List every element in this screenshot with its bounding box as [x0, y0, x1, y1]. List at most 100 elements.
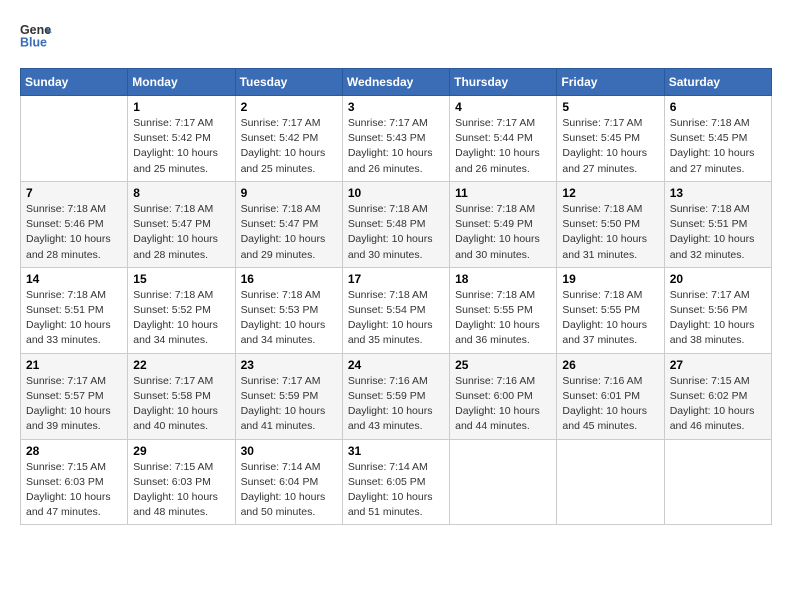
day-number: 16 — [241, 272, 337, 286]
day-number: 22 — [133, 358, 229, 372]
day-number: 7 — [26, 186, 122, 200]
calendar-cell: 25 Sunrise: 7:16 AM Sunset: 6:00 PM Dayli… — [450, 353, 557, 439]
day-number: 27 — [670, 358, 766, 372]
day-number: 28 — [26, 444, 122, 458]
day-number: 10 — [348, 186, 444, 200]
day-info: Sunrise: 7:15 AM Sunset: 6:02 PM Dayligh… — [670, 374, 766, 435]
weekday-header: Saturday — [664, 69, 771, 96]
day-number: 1 — [133, 100, 229, 114]
day-info: Sunrise: 7:17 AM Sunset: 5:44 PM Dayligh… — [455, 116, 551, 177]
day-info: Sunrise: 7:18 AM Sunset: 5:54 PM Dayligh… — [348, 288, 444, 349]
day-number: 17 — [348, 272, 444, 286]
calendar-week-row: 14Sunrise: 7:18 AM Sunset: 5:51 PM Dayli… — [21, 267, 772, 353]
day-number: 25 — [455, 358, 551, 372]
day-number: 4 — [455, 100, 551, 114]
day-info: Sunrise: 7:18 AM Sunset: 5:47 PM Dayligh… — [133, 202, 229, 263]
calendar-cell: 4 Sunrise: 7:17 AM Sunset: 5:44 PM Daylig… — [450, 96, 557, 182]
calendar-cell: 19 Sunrise: 7:18 AM Sunset: 5:55 PM Dayli… — [557, 267, 664, 353]
day-info: Sunrise: 7:14 AM Sunset: 6:04 PM Dayligh… — [241, 460, 337, 521]
calendar-cell — [557, 439, 664, 525]
day-number: 18 — [455, 272, 551, 286]
calendar-cell: 10Sunrise: 7:18 AM Sunset: 5:48 PM Dayli… — [342, 181, 449, 267]
calendar-body: 1 Sunrise: 7:17 AM Sunset: 5:42 PM Daylig… — [21, 96, 772, 525]
day-info: Sunrise: 7:18 AM Sunset: 5:52 PM Dayligh… — [133, 288, 229, 349]
day-number: 12 — [562, 186, 658, 200]
calendar-cell — [664, 439, 771, 525]
calendar-cell: 23 Sunrise: 7:17 AM Sunset: 5:59 PM Dayli… — [235, 353, 342, 439]
day-number: 13 — [670, 186, 766, 200]
day-number: 19 — [562, 272, 658, 286]
day-info: Sunrise: 7:18 AM Sunset: 5:47 PM Dayligh… — [241, 202, 337, 263]
calendar-cell: 30 Sunrise: 7:14 AM Sunset: 6:04 PM Dayli… — [235, 439, 342, 525]
calendar-cell: 5 Sunrise: 7:17 AM Sunset: 5:45 PM Daylig… — [557, 96, 664, 182]
day-info: Sunrise: 7:17 AM Sunset: 5:42 PM Dayligh… — [133, 116, 229, 177]
day-info: Sunrise: 7:16 AM Sunset: 6:01 PM Dayligh… — [562, 374, 658, 435]
day-info: Sunrise: 7:16 AM Sunset: 6:00 PM Dayligh… — [455, 374, 551, 435]
calendar-cell — [21, 96, 128, 182]
calendar-cell: 26 Sunrise: 7:16 AM Sunset: 6:01 PM Dayli… — [557, 353, 664, 439]
day-number: 11 — [455, 186, 551, 200]
day-number: 6 — [670, 100, 766, 114]
day-number: 3 — [348, 100, 444, 114]
calendar-week-row: 28Sunrise: 7:15 AM Sunset: 6:03 PM Dayli… — [21, 439, 772, 525]
calendar-cell: 27 Sunrise: 7:15 AM Sunset: 6:02 PM Dayli… — [664, 353, 771, 439]
calendar-week-row: 1 Sunrise: 7:17 AM Sunset: 5:42 PM Daylig… — [21, 96, 772, 182]
calendar-cell: 14Sunrise: 7:18 AM Sunset: 5:51 PM Dayli… — [21, 267, 128, 353]
day-info: Sunrise: 7:14 AM Sunset: 6:05 PM Dayligh… — [348, 460, 444, 521]
svg-text:Blue: Blue — [20, 36, 47, 50]
calendar-cell: 11 Sunrise: 7:18 AM Sunset: 5:49 PM Dayli… — [450, 181, 557, 267]
calendar-cell: 20Sunrise: 7:17 AM Sunset: 5:56 PM Dayli… — [664, 267, 771, 353]
calendar-week-row: 21Sunrise: 7:17 AM Sunset: 5:57 PM Dayli… — [21, 353, 772, 439]
day-info: Sunrise: 7:18 AM Sunset: 5:53 PM Dayligh… — [241, 288, 337, 349]
calendar-cell: 18 Sunrise: 7:18 AM Sunset: 5:55 PM Dayli… — [450, 267, 557, 353]
calendar-cell: 29Sunrise: 7:15 AM Sunset: 6:03 PM Dayli… — [128, 439, 235, 525]
day-info: Sunrise: 7:17 AM Sunset: 5:43 PM Dayligh… — [348, 116, 444, 177]
day-info: Sunrise: 7:18 AM Sunset: 5:45 PM Dayligh… — [670, 116, 766, 177]
day-number: 15 — [133, 272, 229, 286]
calendar-cell: 2Sunrise: 7:17 AM Sunset: 5:42 PM Daylig… — [235, 96, 342, 182]
calendar-table: SundayMondayTuesdayWednesdayThursdayFrid… — [20, 68, 772, 525]
calendar-cell: 21Sunrise: 7:17 AM Sunset: 5:57 PM Dayli… — [21, 353, 128, 439]
day-info: Sunrise: 7:16 AM Sunset: 5:59 PM Dayligh… — [348, 374, 444, 435]
day-number: 5 — [562, 100, 658, 114]
day-number: 8 — [133, 186, 229, 200]
day-number: 31 — [348, 444, 444, 458]
calendar-cell: 15 Sunrise: 7:18 AM Sunset: 5:52 PM Dayli… — [128, 267, 235, 353]
calendar-cell: 24 Sunrise: 7:16 AM Sunset: 5:59 PM Dayli… — [342, 353, 449, 439]
day-info: Sunrise: 7:18 AM Sunset: 5:51 PM Dayligh… — [26, 288, 122, 349]
day-number: 24 — [348, 358, 444, 372]
day-info: Sunrise: 7:17 AM Sunset: 5:58 PM Dayligh… — [133, 374, 229, 435]
day-info: Sunrise: 7:18 AM Sunset: 5:55 PM Dayligh… — [455, 288, 551, 349]
day-number: 21 — [26, 358, 122, 372]
day-number: 26 — [562, 358, 658, 372]
day-number: 2 — [241, 100, 337, 114]
calendar-cell: 8 Sunrise: 7:18 AM Sunset: 5:47 PM Daylig… — [128, 181, 235, 267]
weekday-header: Sunday — [21, 69, 128, 96]
day-number: 30 — [241, 444, 337, 458]
day-number: 9 — [241, 186, 337, 200]
day-info: Sunrise: 7:18 AM Sunset: 5:55 PM Dayligh… — [562, 288, 658, 349]
calendar-cell: 17 Sunrise: 7:18 AM Sunset: 5:54 PM Dayli… — [342, 267, 449, 353]
calendar-cell: 31 Sunrise: 7:14 AM Sunset: 6:05 PM Dayli… — [342, 439, 449, 525]
day-info: Sunrise: 7:18 AM Sunset: 5:46 PM Dayligh… — [26, 202, 122, 263]
calendar-cell: 13Sunrise: 7:18 AM Sunset: 5:51 PM Dayli… — [664, 181, 771, 267]
calendar-cell: 6 Sunrise: 7:18 AM Sunset: 5:45 PM Daylig… — [664, 96, 771, 182]
calendar-cell: 28Sunrise: 7:15 AM Sunset: 6:03 PM Dayli… — [21, 439, 128, 525]
calendar-cell: 12 Sunrise: 7:18 AM Sunset: 5:50 PM Dayli… — [557, 181, 664, 267]
day-number: 23 — [241, 358, 337, 372]
calendar-cell: 22 Sunrise: 7:17 AM Sunset: 5:58 PM Dayli… — [128, 353, 235, 439]
logo: General Blue — [20, 20, 52, 52]
weekday-header: Thursday — [450, 69, 557, 96]
calendar-cell: 1 Sunrise: 7:17 AM Sunset: 5:42 PM Daylig… — [128, 96, 235, 182]
calendar-cell: 16 Sunrise: 7:18 AM Sunset: 5:53 PM Dayli… — [235, 267, 342, 353]
day-info: Sunrise: 7:18 AM Sunset: 5:49 PM Dayligh… — [455, 202, 551, 263]
day-info: Sunrise: 7:18 AM Sunset: 5:50 PM Dayligh… — [562, 202, 658, 263]
weekday-header: Tuesday — [235, 69, 342, 96]
day-number: 20 — [670, 272, 766, 286]
day-info: Sunrise: 7:17 AM Sunset: 5:59 PM Dayligh… — [241, 374, 337, 435]
day-info: Sunrise: 7:17 AM Sunset: 5:45 PM Dayligh… — [562, 116, 658, 177]
calendar-header-row: SundayMondayTuesdayWednesdayThursdayFrid… — [21, 69, 772, 96]
logo-icon: General Blue — [20, 20, 52, 52]
calendar-cell — [450, 439, 557, 525]
calendar-cell: 9 Sunrise: 7:18 AM Sunset: 5:47 PM Daylig… — [235, 181, 342, 267]
